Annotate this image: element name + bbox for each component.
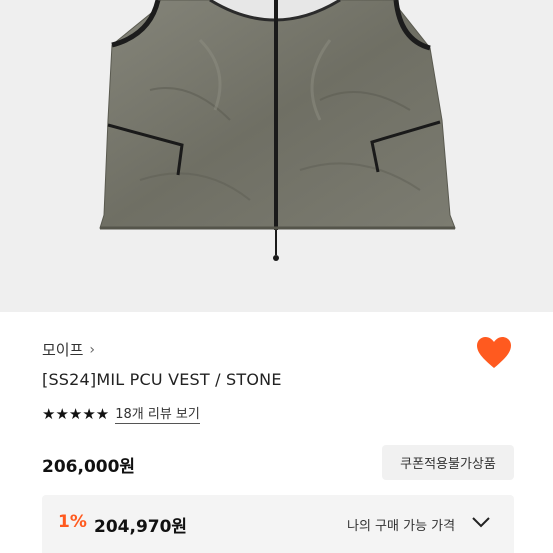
chevron-right-icon: ›: [89, 341, 96, 358]
product-price: 206,000원: [42, 457, 136, 477]
coupon-button[interactable]: 쿠폰적용불가상품: [382, 445, 514, 480]
brand-name: 모이프: [42, 341, 84, 359]
brand-link[interactable]: 모이프 ›: [42, 339, 95, 360]
vest-illustration: [99, 0, 456, 261]
my-price-value: 204,970원: [94, 517, 188, 537]
my-price-label[interactable]: 나의 구매 가능 가격: [347, 515, 455, 534]
chevron-down-icon[interactable]: [471, 515, 491, 529]
discount-percent: 1%: [58, 512, 87, 532]
heart-icon[interactable]: [476, 336, 512, 370]
product-image[interactable]: [0, 0, 553, 312]
my-price-box[interactable]: 1% 204,970원 나의 구매 가능 가격: [42, 495, 514, 553]
rating-row: ★★★★★ 18개 리뷰 보기: [42, 403, 200, 424]
review-link[interactable]: 18개 리뷰 보기: [115, 403, 200, 424]
product-title: [SS24]MIL PCU VEST / STONE: [42, 370, 282, 389]
star-rating: ★★★★★: [42, 404, 110, 423]
